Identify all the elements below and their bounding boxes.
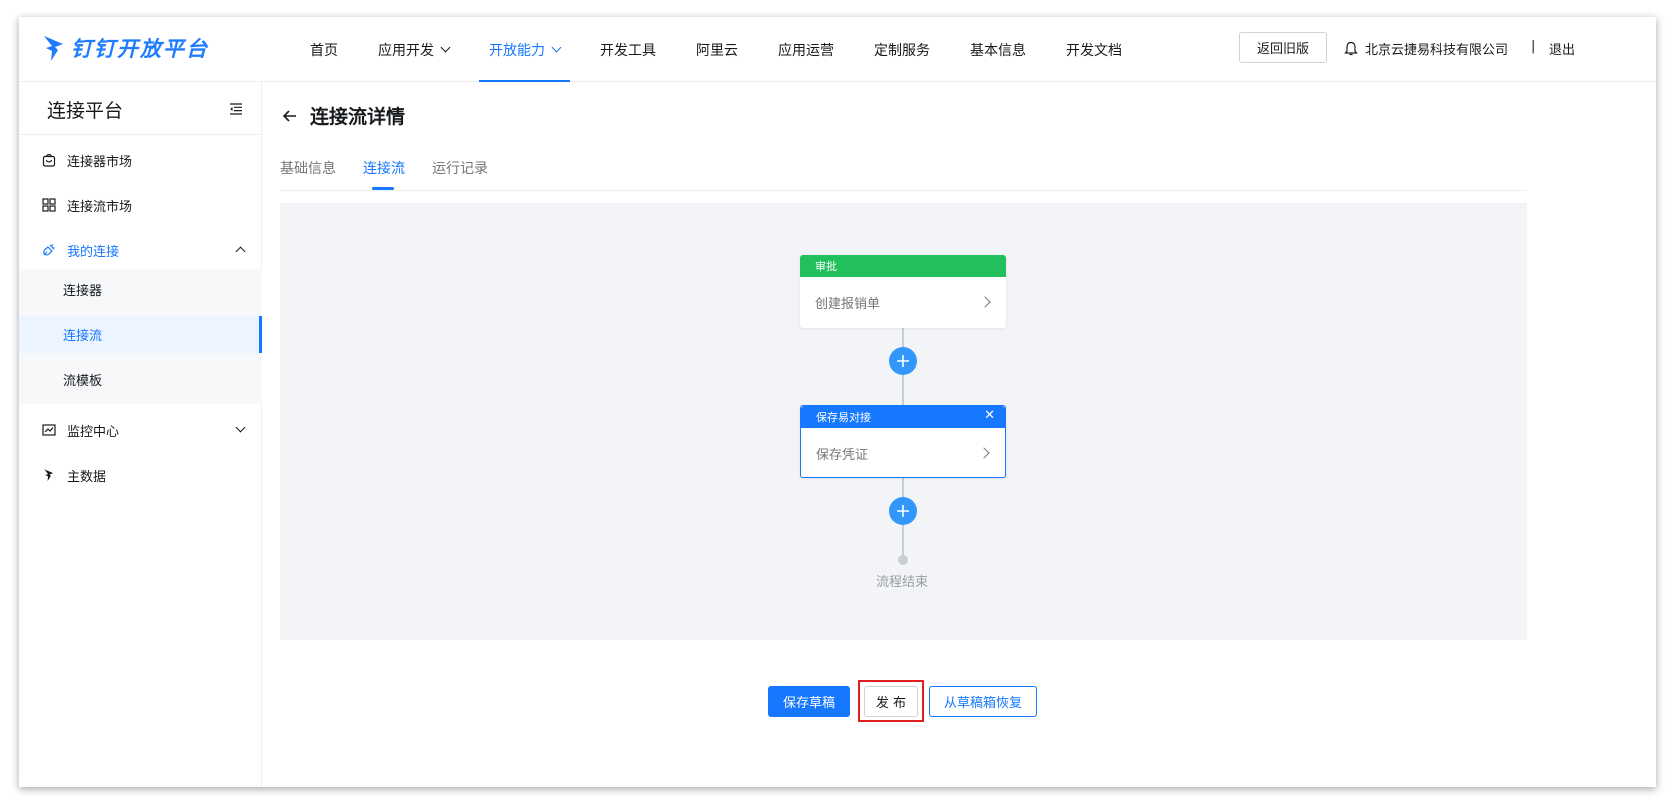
- flow-node-save-integration[interactable]: 保存易对接 ✕ 保存凭证: [800, 405, 1006, 478]
- nav-open-capability[interactable]: 开放能力: [479, 17, 570, 82]
- back-arrow-icon[interactable]: [282, 108, 298, 124]
- tab-bar: 基础信息 连接流 运行记录: [280, 158, 1527, 191]
- top-header: 钉钉开放平台 首页 应用开发 开放能力 开发工具 阿里云 应用运营 定制服务 基…: [19, 17, 1656, 82]
- tab-run-history[interactable]: 运行记录: [432, 158, 488, 178]
- logo[interactable]: 钉钉开放平台: [43, 33, 209, 63]
- main-content: 连接流详情 基础信息 连接流 运行记录 审批 创建报销单 保存易对接 ✕ 保存凭…: [262, 82, 1656, 787]
- sidebar: 连接平台 连接器市场 连接流市场 我的连接 连接器 连接流 流模板 监控中心 主…: [19, 82, 262, 787]
- sidebar-subitem-templates[interactable]: 流模板: [19, 361, 262, 398]
- header-separator: |: [1531, 39, 1536, 54]
- sidebar-item-monitoring[interactable]: 监控中心: [19, 407, 262, 453]
- bell-icon[interactable]: [1344, 41, 1358, 57]
- node-header: 保存易对接 ✕: [801, 406, 1005, 428]
- nav-app-dev[interactable]: 应用开发: [378, 17, 451, 82]
- dingtalk-icon: [41, 468, 56, 483]
- sidebar-item-master-data[interactable]: 主数据: [19, 452, 262, 498]
- tab-basic-info[interactable]: 基础信息: [280, 158, 336, 178]
- flow-end-label: 流程结束: [876, 575, 929, 590]
- add-step-button[interactable]: [889, 497, 917, 525]
- publish-button[interactable]: 发 布: [864, 686, 918, 717]
- chevron-right-icon: [979, 296, 991, 308]
- sidebar-subitem-flows[interactable]: 连接流: [19, 316, 262, 353]
- nav-home[interactable]: 首页: [310, 17, 338, 82]
- tab-flow[interactable]: 连接流: [363, 158, 405, 178]
- sidebar-divider: [19, 134, 262, 135]
- nav-custom-service[interactable]: 定制服务: [874, 17, 930, 82]
- tab-active-indicator: [372, 187, 394, 190]
- node-body: 保存凭证: [801, 428, 1005, 479]
- plus-icon: [897, 355, 909, 367]
- sidebar-item-connector-market[interactable]: 连接器市场: [19, 137, 262, 183]
- node-body: 创建报销单: [800, 277, 1006, 328]
- chevron-right-icon: [978, 447, 990, 459]
- save-draft-button[interactable]: 保存草稿: [768, 686, 850, 717]
- nav-basic-info[interactable]: 基本信息: [970, 17, 1026, 82]
- plug-icon: [41, 243, 56, 258]
- add-step-button[interactable]: [889, 347, 917, 375]
- page-title: 连接流详情: [310, 106, 406, 128]
- chart-line-icon: [41, 423, 56, 438]
- flow-node-approval[interactable]: 审批 创建报销单: [800, 255, 1006, 328]
- logo-text: 钉钉开放平台: [71, 37, 209, 61]
- chevron-down-icon: [235, 422, 246, 433]
- chevron-down-icon: [440, 42, 451, 53]
- nav-aliyun[interactable]: 阿里云: [696, 17, 738, 82]
- old-version-button[interactable]: 返回旧版: [1239, 32, 1327, 63]
- nav-app-ops[interactable]: 应用运营: [778, 17, 834, 82]
- sidebar-item-flow-market[interactable]: 连接流市场: [19, 182, 262, 228]
- menu-collapse-icon[interactable]: [229, 103, 243, 115]
- plus-icon: [897, 505, 909, 517]
- sidebar-title: 连接平台: [47, 100, 124, 122]
- logout-link[interactable]: 退出: [1549, 39, 1575, 58]
- chevron-down-icon: [551, 42, 562, 53]
- restore-draft-button[interactable]: 从草稿箱恢复: [929, 686, 1037, 717]
- sidebar-item-my-connections[interactable]: 我的连接: [19, 227, 262, 273]
- grid-icon: [41, 198, 56, 213]
- flow-canvas[interactable]: 审批 创建报销单 保存易对接 ✕ 保存凭证 流程结束: [280, 203, 1527, 640]
- dingtalk-logo-icon: [44, 36, 63, 61]
- nav-dev-tools[interactable]: 开发工具: [600, 17, 656, 82]
- close-icon[interactable]: ✕: [984, 408, 995, 423]
- app-window: 钉钉开放平台 首页 应用开发 开放能力 开发工具 阿里云 应用运营 定制服务 基…: [19, 17, 1656, 787]
- shopping-bag-icon: [41, 153, 56, 168]
- node-header: 审批: [800, 255, 1006, 277]
- sidebar-subitem-connectors[interactable]: 连接器: [19, 271, 262, 308]
- nav-dev-docs[interactable]: 开发文档: [1066, 17, 1122, 82]
- company-name[interactable]: 北京云捷易科技有限公司: [1365, 39, 1508, 58]
- flow-end-dot: [898, 555, 908, 565]
- chevron-up-icon: [235, 246, 246, 257]
- main-nav: 首页 应用开发 开放能力 开发工具 阿里云 应用运营 定制服务 基本信息 开发文…: [310, 17, 1162, 82]
